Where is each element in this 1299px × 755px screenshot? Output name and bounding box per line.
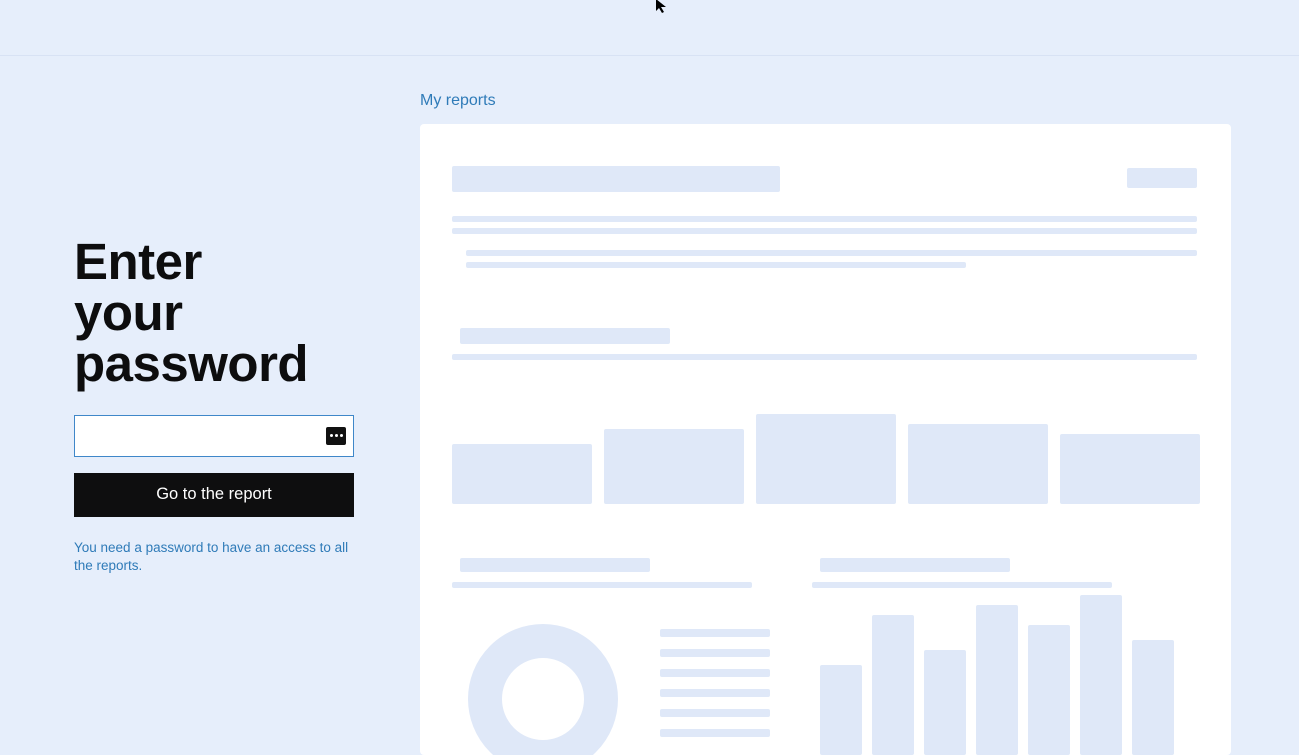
report-preview xyxy=(420,124,1231,755)
skeleton-block xyxy=(452,216,1197,222)
report-preview-panel: My reports xyxy=(420,56,1299,755)
skeleton-block xyxy=(1028,625,1070,755)
my-reports-link[interactable]: My reports xyxy=(420,92,1231,110)
heading-line-1: Enter xyxy=(74,233,202,290)
password-panel: Enter your password Go to the report You… xyxy=(0,56,420,755)
skeleton-block xyxy=(660,709,770,717)
password-dots-icon[interactable] xyxy=(326,427,346,445)
skeleton-block xyxy=(1132,640,1174,755)
password-input[interactable] xyxy=(74,415,354,457)
skeleton-block xyxy=(452,444,592,504)
skeleton-block xyxy=(466,250,1197,256)
skeleton-block xyxy=(908,424,1048,504)
skeleton-block xyxy=(1060,434,1200,504)
main-content: Enter your password Go to the report You… xyxy=(0,56,1299,755)
skeleton-block xyxy=(660,689,770,697)
skeleton-block xyxy=(812,582,1112,588)
helper-text: You need a password to have an access to… xyxy=(74,539,354,575)
page-title: Enter your password xyxy=(74,236,420,389)
password-field-wrapper xyxy=(74,415,354,457)
skeleton-block xyxy=(452,354,1197,360)
skeleton-block xyxy=(660,629,770,637)
skeleton-block xyxy=(1127,168,1197,188)
skeleton-block xyxy=(924,650,966,755)
skeleton-block xyxy=(976,605,1018,755)
skeleton-block xyxy=(452,582,752,588)
heading-line-2: your xyxy=(74,284,183,341)
skeleton-block xyxy=(604,429,744,504)
skeleton-block xyxy=(660,729,770,737)
skeleton-block xyxy=(820,665,862,755)
skeleton-block xyxy=(872,615,914,755)
skeleton-block xyxy=(452,166,780,192)
skeleton-block xyxy=(460,328,670,344)
skeleton-block xyxy=(460,558,650,572)
skeleton-block xyxy=(660,649,770,657)
skeleton-block xyxy=(820,558,1010,572)
skeleton-block xyxy=(1080,595,1122,755)
skeleton-donut xyxy=(468,624,618,755)
skeleton-block xyxy=(466,262,966,268)
skeleton-block xyxy=(756,414,896,504)
skeleton-block xyxy=(660,669,770,677)
top-bar xyxy=(0,0,1299,56)
heading-line-3: password xyxy=(74,335,308,392)
skeleton-block xyxy=(452,228,1197,234)
go-to-report-button[interactable]: Go to the report xyxy=(74,473,354,517)
